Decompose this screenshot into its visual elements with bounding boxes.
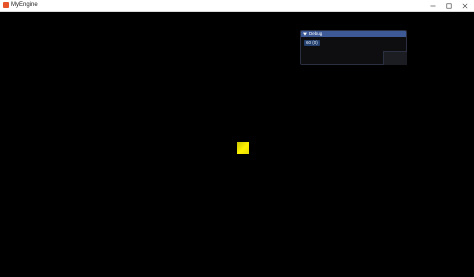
debug-panel-title: Debug	[309, 31, 323, 36]
maximize-icon	[446, 3, 452, 9]
debug-panel-header[interactable]: Debug	[301, 31, 406, 37]
window-title-bar[interactable]: MyEngine	[0, 0, 474, 12]
yellow-cube	[237, 142, 249, 154]
close-button[interactable]	[456, 0, 474, 11]
window-title: MyEngine	[11, 2, 38, 8]
debug-panel[interactable]: Debug 60 (0)	[300, 30, 407, 65]
resize-grip[interactable]	[383, 51, 407, 65]
collapse-triangle-icon[interactable]	[302, 31, 308, 37]
app-logo-icon	[3, 2, 9, 8]
close-icon	[462, 3, 468, 8]
fps-readout: 60 (0)	[304, 40, 320, 46]
minimize-icon	[430, 5, 436, 6]
